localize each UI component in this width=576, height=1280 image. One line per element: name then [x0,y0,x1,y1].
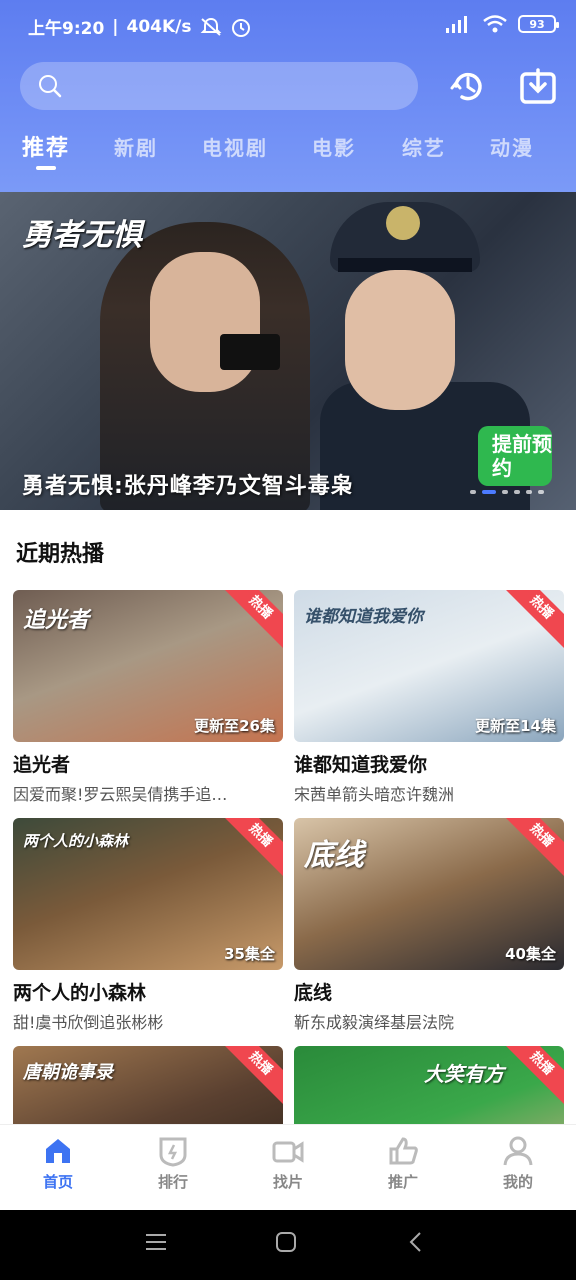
show-name: 底线 [294,982,333,1004]
nav-label: 推广 [387,1173,418,1191]
hot-badge: 热播 [500,1046,564,1105]
section-title-recent-hot: 近期热播 [16,542,105,567]
nav-find-video[interactable]: 找片 [248,1135,328,1192]
tab-new-drama[interactable]: 新剧 [114,132,158,161]
episode-count: 更新至14集 [475,717,556,735]
nav-label: 我的 [502,1173,533,1191]
banner-dot [514,490,520,494]
nav-promote[interactable]: 推广 [363,1135,443,1192]
home-icon [46,1139,70,1163]
battery-indicator: 93 [518,15,559,33]
show-desc: 因爱而聚!罗云熙吴倩携手追… [13,785,228,804]
nav-ranking[interactable]: 排行 [133,1135,213,1192]
thumbs-up-icon [389,1137,418,1165]
nav-home[interactable]: 首页 [18,1135,98,1192]
search-input[interactable] [20,62,418,110]
tab-variety[interactable]: 综艺 [402,132,446,161]
network-speed: 404K/s [126,16,192,37]
hot-badge: 热播 [219,590,283,649]
home-button-icon[interactable] [274,1230,298,1254]
mute-icon [200,17,221,36]
show-name: 谁都知道我爱你 [294,754,428,776]
banner-dot [470,490,476,494]
hot-badge: 热播 [219,1046,283,1105]
nav-label: 找片 [272,1173,303,1191]
banner-title[interactable]: 勇者无惧:张丹峰李乃文智斗毒枭 [22,468,354,500]
show-card[interactable]: 两个人的小森林 热播 35集全 两个人的小森林 甜!虞书欣倒追张彬彬 [13,818,283,1033]
show-desc: 靳东成毅演绎基层法院 [294,1013,455,1032]
ranking-icon [159,1137,187,1167]
banner-pagination [470,490,544,494]
poster-logo: 底线 [304,838,364,873]
download-icon[interactable] [518,66,558,106]
nav-mine[interactable]: 我的 [478,1135,558,1192]
nav-label: 排行 [157,1173,188,1191]
header: 上午9:20 | 404K/s 93 推荐 新剧 电视剧 电影 综艺 动漫 [0,0,576,192]
user-icon [503,1136,533,1166]
show-card[interactable]: 底线 热播 40集全 底线 靳东成毅演绎基层法院 [294,818,564,1033]
nav-label: 首页 [42,1173,73,1191]
hot-badge: 热播 [500,590,564,649]
status-bar: 上午9:20 | 404K/s 93 [0,0,576,52]
back-icon[interactable] [404,1230,428,1254]
poster-logo: 大笑有方 [424,1062,504,1086]
show-poster: 谁都知道我爱你 热播 更新至14集 [294,590,564,742]
show-card[interactable]: 追光者 热播 更新至26集 追光者 因爱而聚!罗云熙吴倩携手追… [13,590,283,805]
video-camera-icon [272,1141,304,1163]
episode-count: 更新至26集 [194,717,275,735]
system-nav-bar [0,1210,576,1280]
signal-icon [446,16,467,33]
menu-icon[interactable] [144,1230,168,1254]
poster-logo: 两个人的小森林 [23,832,129,850]
banner-face-right [345,270,455,410]
hot-badge: 热播 [500,818,564,877]
show-name: 两个人的小森林 [13,982,147,1004]
banner-gun [220,334,280,370]
show-poster: 追光者 热播 更新至26集 [13,590,283,742]
banner-dot-active [482,490,496,494]
banner-dot [526,490,532,494]
show-card[interactable]: 谁都知道我爱你 热播 更新至14集 谁都知道我爱你 宋茜单箭头暗恋许魏洲 [294,590,564,805]
history-icon[interactable] [448,66,488,106]
alarm-icon [231,18,250,37]
episode-count: 40集全 [505,945,556,963]
show-desc: 甜!虞书欣倒追张彬彬 [13,1013,164,1032]
banner-dot [538,490,544,494]
poster-logo: 唐朝诡事录 [23,1062,113,1083]
banner-dot [502,490,508,494]
tab-active-indicator [36,166,56,170]
tab-tv-series[interactable]: 电视剧 [202,132,268,161]
poster-logo: 追光者 [23,607,90,633]
banner-cap-badge [386,206,420,240]
tab-movie[interactable]: 电影 [312,132,356,161]
status-time: 上午9:20 [28,19,105,39]
search-icon [39,75,62,98]
poster-logo: 谁都知道我爱你 [304,607,423,627]
show-poster: 底线 热播 40集全 [294,818,564,970]
tab-anime[interactable]: 动漫 [490,132,534,161]
hot-badge: 热播 [219,818,283,877]
bottom-nav: 首页 排行 找片 推广 我的 [0,1124,576,1210]
tab-recommend[interactable]: 推荐 [22,130,70,162]
show-desc: 宋茜单箭头暗恋许魏洲 [294,785,455,804]
show-name: 追光者 [13,754,71,776]
wifi-icon [483,15,507,33]
banner-face-left [150,252,260,392]
banner-reserve-stamp: 提前预约 [478,426,552,486]
banner-show-logo: 勇者无惧 [22,218,142,253]
episode-count: 35集全 [224,945,275,963]
show-poster: 两个人的小森林 热播 35集全 [13,818,283,970]
category-tabs: 推荐 新剧 电视剧 电影 综艺 动漫 [0,128,576,170]
status-divider: | [112,16,119,37]
